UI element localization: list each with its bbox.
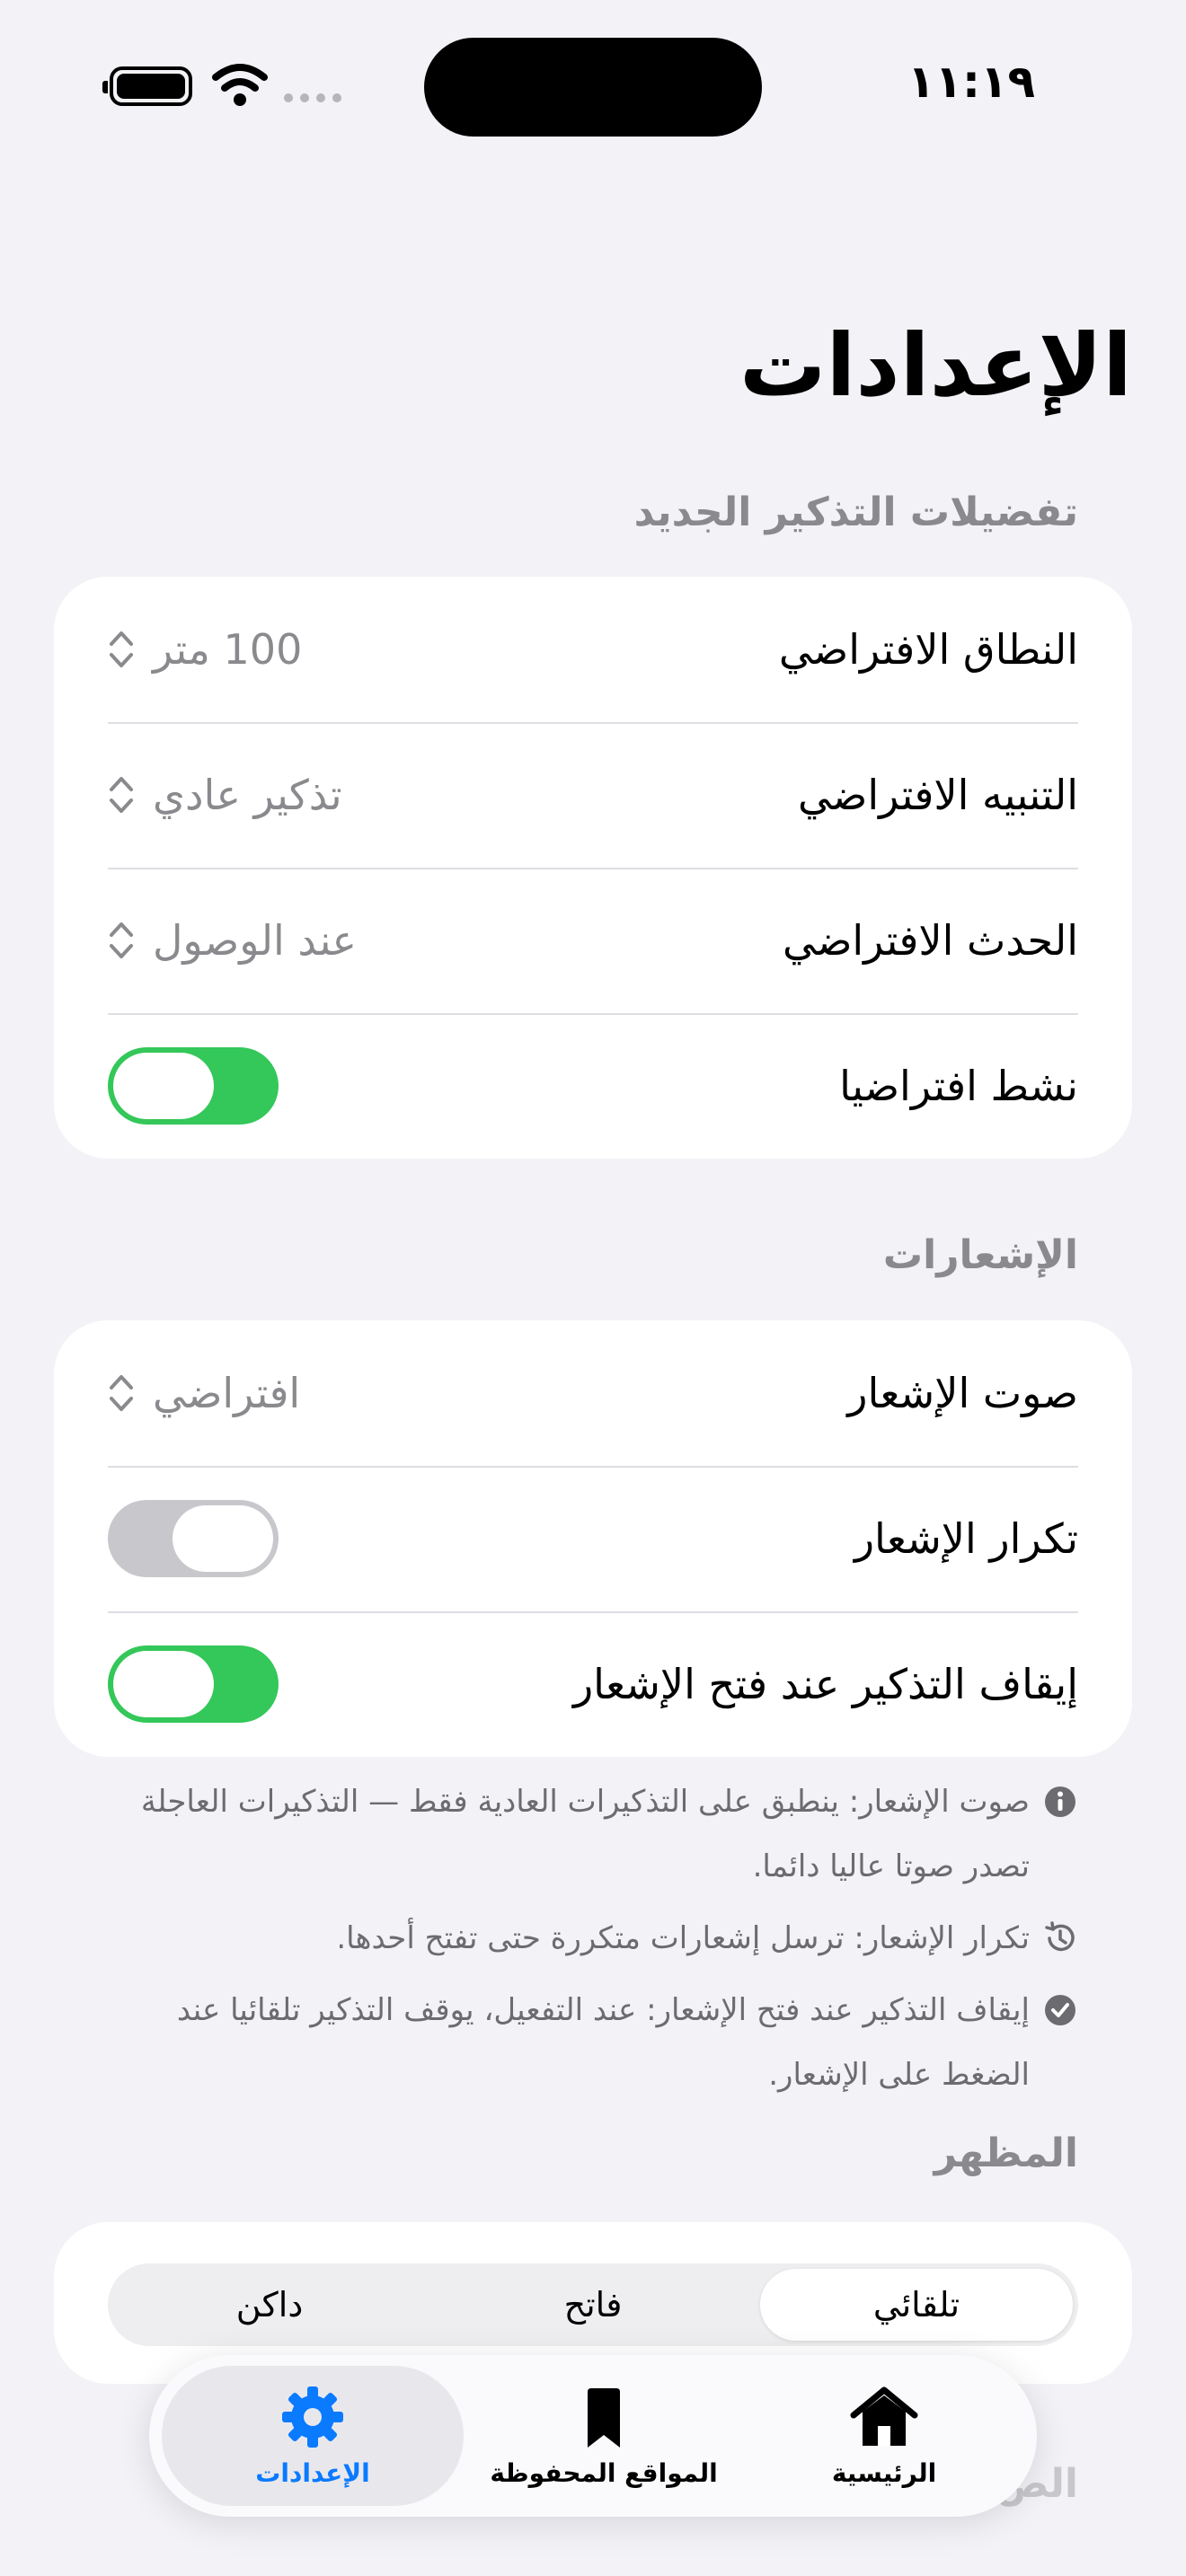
row-label: التنبيه الافتراضي (797, 771, 1078, 819)
default-event-row[interactable]: الحدث الافتراضي عند الوصول (54, 868, 1132, 1013)
row-value: افتراضي (153, 1369, 301, 1417)
row-label: نشط افتراضيا (839, 1062, 1078, 1110)
chevron-up-down-icon (110, 777, 133, 813)
toggle-knob (113, 1651, 214, 1717)
gear-icon (282, 2386, 343, 2448)
wifi-icon (212, 64, 268, 106)
cellular-signal-icon (284, 93, 341, 102)
notification-sound-picker[interactable]: افتراضي (108, 1369, 300, 1417)
chevron-up-down-icon (110, 631, 133, 667)
home-icon (850, 2386, 918, 2446)
section-header-reminder-prefs: تفضيلات التذكير الجديد (633, 490, 1078, 535)
repeat-notification-toggle[interactable] (108, 1500, 279, 1577)
reminder-prefs-card: النطاق الافتراضي 100 متر التنبيه الافترا… (54, 577, 1132, 1159)
section-header-appearance: المظهر (934, 2130, 1078, 2176)
tab-label: المواقع المحفوظة (490, 2457, 718, 2488)
default-range-row[interactable]: النطاق الافتراضي 100 متر (54, 577, 1132, 722)
row-label: الحدث الافتراضي (782, 916, 1078, 965)
toggle-knob (173, 1505, 273, 1572)
row-value: 100 متر (153, 625, 303, 674)
dynamic-island (424, 38, 762, 137)
tab-label: الرئيسية (831, 2457, 937, 2488)
row-label: صوت الإشعار (847, 1369, 1078, 1417)
active-by-default-toggle[interactable] (108, 1047, 279, 1125)
tab-home[interactable]: الرئيسية (744, 2366, 1024, 2506)
checkmark-circle-icon (1045, 1995, 1075, 2025)
notification-sound-row[interactable]: صوت الإشعار افتراضي (54, 1320, 1132, 1466)
battery-icon (102, 66, 192, 106)
row-label: النطاق الافتراضي (778, 625, 1078, 674)
footnote-text: صوت الإشعار: ينطبق على التذكيرات العادية… (140, 1784, 1030, 1884)
footnote-sound: صوت الإشعار: ينطبق على التذكيرات العادية… (108, 1769, 1078, 1899)
section-header-notifications: الإشعارات (882, 1232, 1078, 1278)
footnote-text: إيقاف التذكير عند فتح الإشعار: عند التفع… (176, 1992, 1030, 2093)
footnote-text: تكرار الإشعار: ترسل إشعارات متكررة حتى ت… (336, 1920, 1030, 1956)
footnote-repeat: تكرار الإشعار: ترسل إشعارات متكررة حتى ت… (108, 1906, 1078, 1971)
default-event-picker[interactable]: عند الوصول (108, 916, 357, 965)
notification-footnotes: صوت الإشعار: ينطبق على التذكيرات العادية… (108, 1769, 1078, 2114)
stop-on-open-toggle[interactable] (108, 1645, 279, 1723)
tab-label: الإعدادات (255, 2457, 370, 2488)
row-label: إيقاف التذكير عند فتح الإشعار (572, 1660, 1078, 1708)
row-value: تذكير عادي (153, 771, 342, 819)
page-title: الإعدادات (739, 315, 1132, 416)
status-bar: ١١:١٩ (0, 0, 1186, 171)
history-icon (1045, 1921, 1075, 1952)
tab-settings[interactable]: الإعدادات (162, 2366, 464, 2506)
status-time: ١١:١٩ (907, 56, 1036, 108)
row-value: عند الوصول (153, 916, 357, 965)
row-label: تكرار الإشعار (854, 1514, 1078, 1563)
tab-saved-places[interactable]: المواقع المحفوظة (464, 2366, 744, 2506)
segment-light[interactable]: فاتح (437, 2269, 749, 2341)
notifications-card: صوت الإشعار افتراضي تكرار الإشعار إيقاف … (54, 1320, 1132, 1757)
default-alert-row[interactable]: التنبيه الافتراضي تذكير عادي (54, 722, 1132, 868)
stop-on-open-row: إيقاف التذكير عند فتح الإشعار (54, 1611, 1132, 1757)
appearance-segmented-control: تلقائي فاتح داكن (108, 2263, 1078, 2346)
footnote-stop-on-open: إيقاف التذكير عند فتح الإشعار: عند التفع… (108, 1978, 1078, 2107)
segment-auto[interactable]: تلقائي (760, 2269, 1073, 2341)
chevron-up-down-icon (110, 1375, 133, 1411)
default-range-picker[interactable]: 100 متر (108, 625, 302, 674)
settings-screen: ١١:١٩ الإعدادات تفضيلات التذكير الجديد ا… (0, 0, 1186, 2576)
segment-dark[interactable]: داكن (113, 2269, 426, 2341)
info-icon (1045, 1786, 1075, 1817)
tab-bar: الإعدادات المواقع المحفوظة الرئيسية (149, 2355, 1037, 2517)
chevron-up-down-icon (110, 922, 133, 958)
repeat-notification-row: تكرار الإشعار (54, 1466, 1132, 1611)
default-alert-picker[interactable]: تذكير عادي (108, 771, 342, 819)
toggle-knob (113, 1053, 214, 1119)
bookmark-icon (588, 2387, 620, 2448)
active-by-default-row: نشط افتراضيا (54, 1013, 1132, 1159)
